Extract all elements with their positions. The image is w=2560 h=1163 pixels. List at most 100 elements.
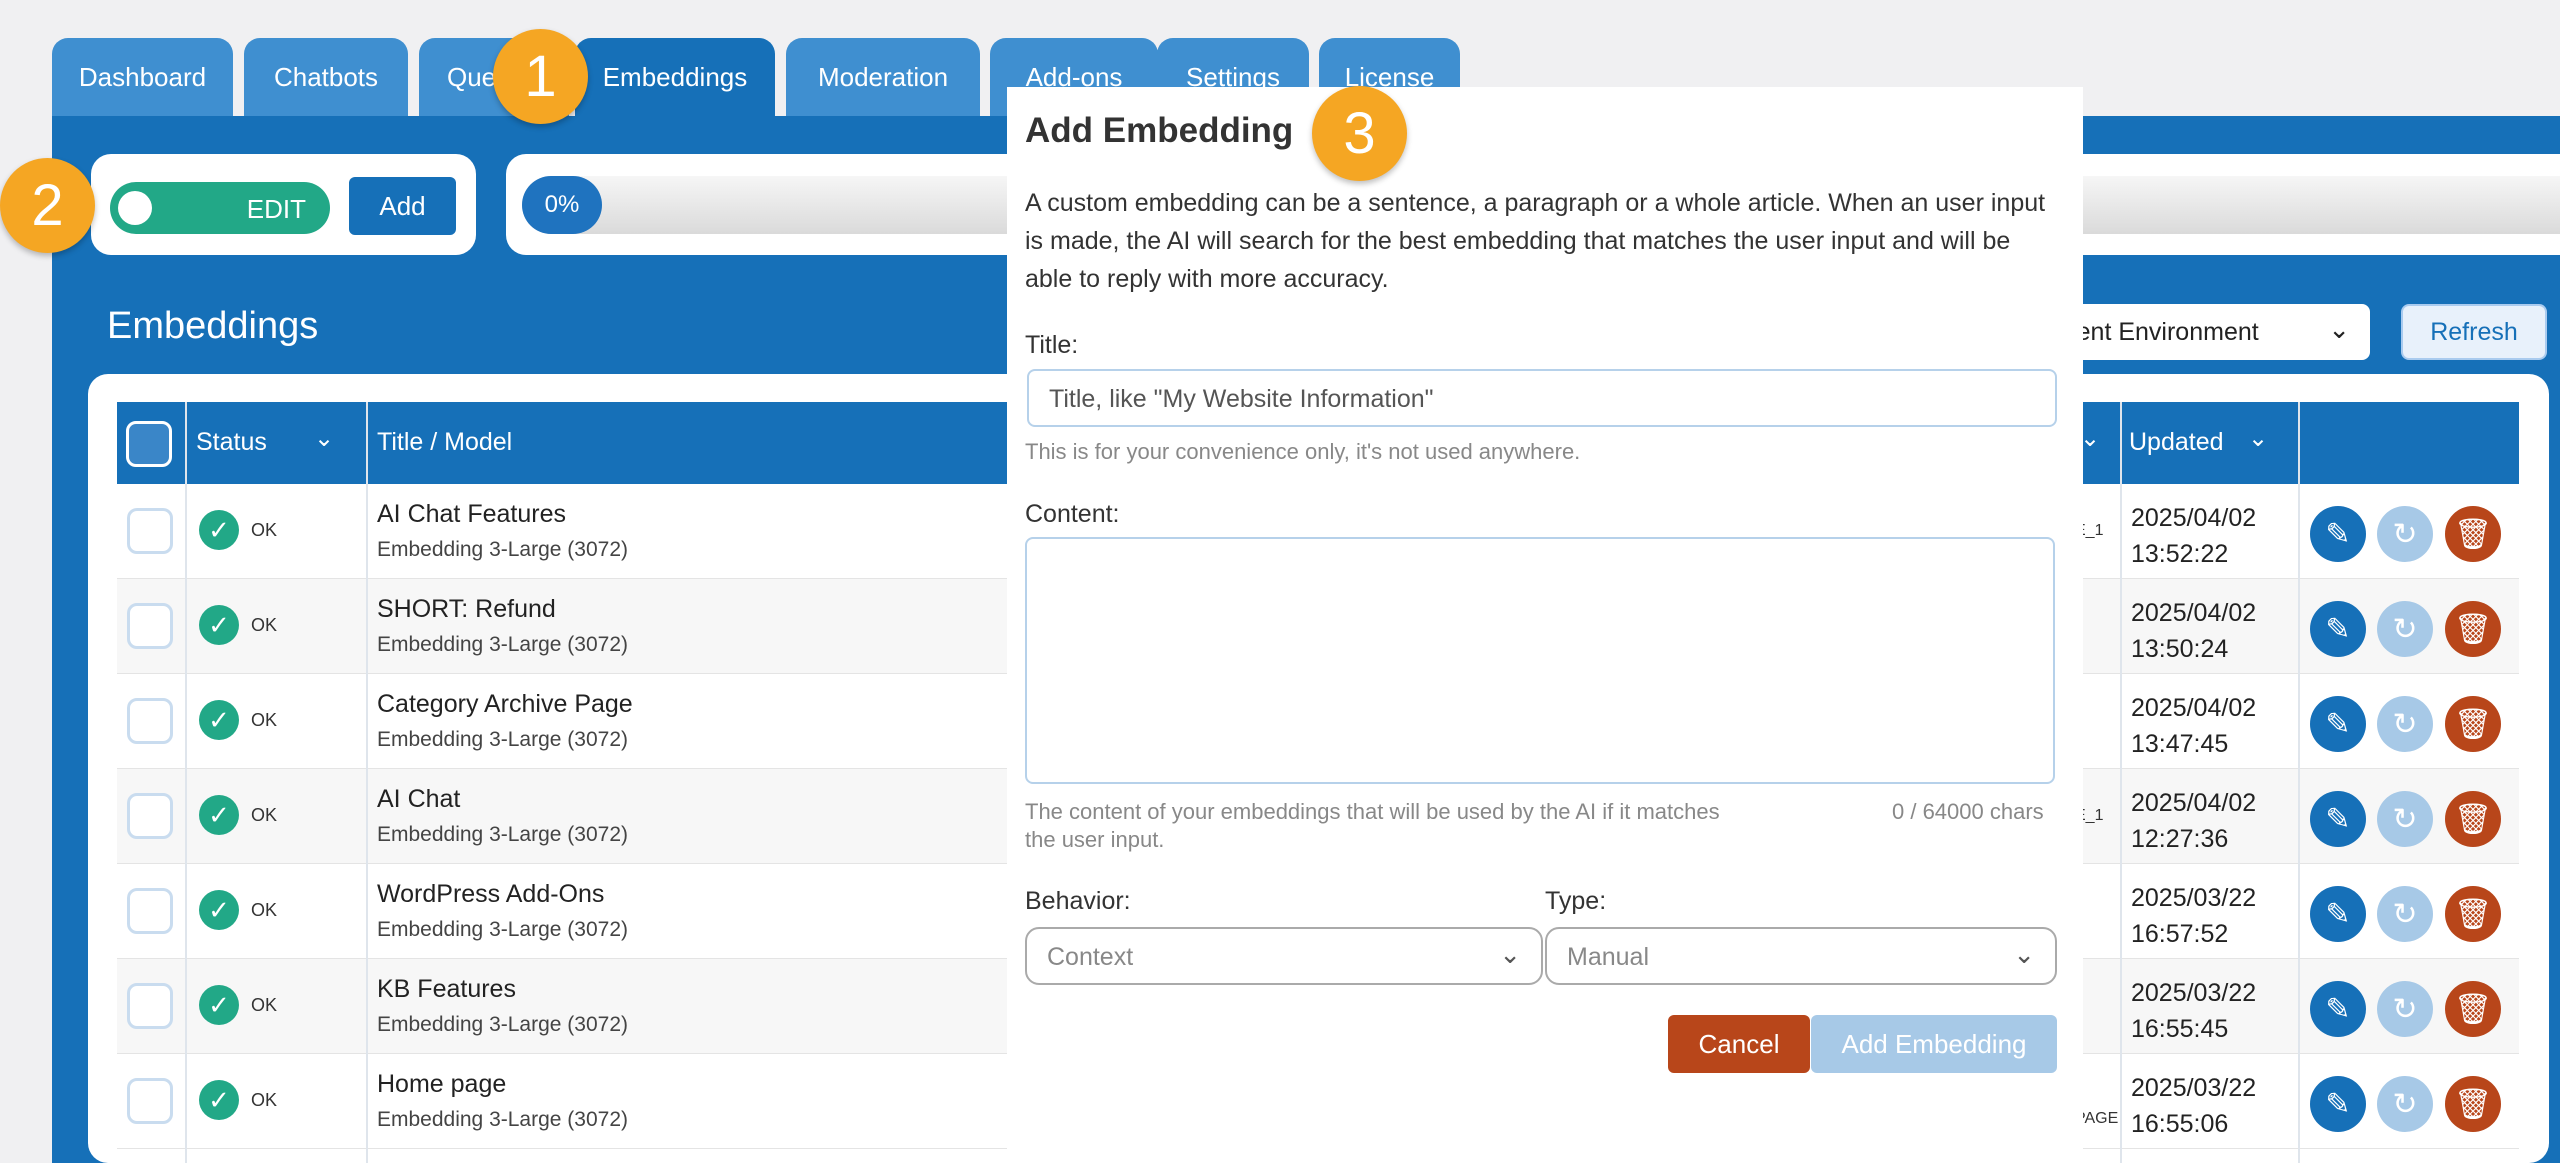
callout-2: 2 (0, 158, 95, 253)
header-title-model[interactable]: Title / Model (377, 428, 512, 457)
updated-cell: 2025/03/22 16:57:52 (2131, 880, 2256, 952)
check-circle-icon: ✓ (199, 510, 239, 550)
content-textarea[interactable] (1025, 537, 2055, 784)
content-label: Content: (1025, 500, 1120, 528)
progress-fill: 0% (522, 176, 602, 234)
updated-time: 16:57:52 (2131, 920, 2229, 948)
trash-icon[interactable]: 🗑 (2445, 696, 2501, 752)
row-checkbox[interactable] (127, 698, 173, 744)
trash-icon[interactable]: 🗑 (2445, 791, 2501, 847)
behavior-select[interactable]: Context ⌄ (1025, 927, 1543, 985)
refresh-icon[interactable]: ↻ (2377, 791, 2433, 847)
tab-moderation[interactable]: Moderation (786, 38, 980, 116)
status-text: OK (251, 1090, 278, 1110)
row-title[interactable]: SHORT: Refund (377, 595, 556, 624)
updated-time: 13:47:45 (2131, 730, 2229, 758)
updated-date: 2025/04/02 (2131, 599, 2257, 627)
chevron-down-icon[interactable]: ⌄ (2248, 424, 2268, 453)
refresh-icon[interactable]: ↻ (2377, 1076, 2433, 1132)
title-label: Title: (1025, 331, 1079, 359)
status-text: OK (251, 995, 278, 1015)
refresh-icon[interactable]: ↻ (2377, 981, 2433, 1037)
refresh-icon[interactable]: ↻ (2377, 506, 2433, 562)
add-embedding-button[interactable]: Add Embedding (1811, 1015, 2057, 1073)
edit-icon[interactable]: ✎ (2310, 506, 2366, 562)
row-checkbox[interactable] (127, 603, 173, 649)
refresh-icon[interactable]: ↻ (2377, 601, 2433, 657)
content-help: The content of your embeddings that will… (1025, 799, 1720, 852)
row-title[interactable]: AI Chat (377, 785, 460, 814)
edit-mode-toggle[interactable]: EDIT (110, 182, 330, 234)
trash-icon[interactable]: 🗑 (2445, 886, 2501, 942)
add-embedding-modal: Add Embedding A custom embedding can be … (1007, 87, 2083, 1163)
row-title[interactable]: Home page (377, 1070, 506, 1099)
status-text: OK (251, 900, 278, 920)
trash-icon[interactable]: 🗑 (2445, 601, 2501, 657)
refresh-icon[interactable]: ↻ (2377, 696, 2433, 752)
chevron-down-icon[interactable]: ⌄ (314, 424, 334, 453)
updated-date: 2025/03/22 (2131, 979, 2257, 1007)
select-all-checkbox[interactable] (126, 421, 172, 467)
updated-time: 16:55:45 (2131, 1015, 2229, 1043)
tab-dashboard[interactable]: Dashboard (52, 38, 233, 116)
row-model: Embedding 3-Large (3072) (377, 1108, 628, 1131)
type-select[interactable]: Manual ⌄ (1545, 927, 2057, 985)
updated-cell: 2025/04/02 12:27:36 (2131, 785, 2256, 857)
row-checkbox[interactable] (127, 1078, 173, 1124)
status-text: OK (251, 520, 278, 540)
row-title[interactable]: KB Features (377, 975, 516, 1004)
row-checkbox[interactable] (127, 508, 173, 554)
updated-cell: 2025/04/02 13:50:24 (2131, 595, 2256, 667)
row-model: Embedding 3-Large (3072) (377, 633, 628, 656)
edit-icon[interactable]: ✎ (2310, 886, 2366, 942)
status-text: OK (251, 710, 278, 730)
type-select-value: Manual (1567, 943, 1649, 971)
behavior-label: Behavior: (1025, 887, 1131, 915)
modal-description: A custom embedding can be a sentence, a … (1025, 189, 2046, 293)
row-title[interactable]: Category Archive Page (377, 690, 633, 719)
updated-date: 2025/04/02 (2131, 789, 2257, 817)
row-checkbox[interactable] (127, 983, 173, 1029)
header-status[interactable]: Status (196, 428, 267, 457)
check-circle-icon: ✓ (199, 890, 239, 930)
environment-select-value: rrent Environment (2060, 318, 2259, 346)
column-divider (185, 402, 187, 1163)
add-button[interactable]: Add (349, 177, 456, 235)
char-count: 0 / 64000 chars (1892, 799, 2044, 824)
edit-icon[interactable]: ✎ (2310, 601, 2366, 657)
edit-icon[interactable]: ✎ (2310, 696, 2366, 752)
updated-date: 2025/03/22 (2131, 1074, 2257, 1102)
check-circle-icon: ✓ (199, 700, 239, 740)
row-checkbox[interactable] (127, 793, 173, 839)
edit-icon[interactable]: ✎ (2310, 1076, 2366, 1132)
check-circle-icon: ✓ (199, 605, 239, 645)
edit-icon[interactable]: ✎ (2310, 981, 2366, 1037)
title-input[interactable]: Title, like "My Website Information" (1027, 369, 2057, 427)
title-help: This is for your convenience only, it's … (1025, 439, 1581, 464)
updated-time: 13:50:24 (2131, 635, 2229, 663)
row-model: Embedding 3-Large (3072) (377, 538, 628, 561)
row-title[interactable]: WordPress Add-Ons (377, 880, 604, 909)
callout-3: 3 (1312, 86, 1407, 181)
edit-icon[interactable]: ✎ (2310, 791, 2366, 847)
cancel-button[interactable]: Cancel (1668, 1015, 1810, 1073)
status-text: OK (251, 615, 278, 635)
refresh-button[interactable]: Refresh (2401, 304, 2547, 360)
row-title[interactable]: AI Chat Features (377, 500, 566, 529)
trash-icon[interactable]: 🗑 (2445, 506, 2501, 562)
chevron-down-icon: ⌄ (1499, 939, 1521, 969)
trash-icon[interactable]: 🗑 (2445, 1076, 2501, 1132)
updated-date: 2025/04/02 (2131, 504, 2257, 532)
refresh-icon[interactable]: ↻ (2377, 886, 2433, 942)
trash-icon[interactable]: 🗑 (2445, 981, 2501, 1037)
chevron-down-icon[interactable]: ⌄ (2080, 424, 2100, 453)
column-divider (366, 402, 368, 1163)
column-divider (2120, 402, 2122, 1163)
callout-1: 1 (493, 29, 588, 124)
check-circle-icon: ✓ (199, 795, 239, 835)
header-updated[interactable]: Updated (2129, 428, 2224, 457)
tab-embeddings[interactable]: Embeddings (575, 38, 775, 116)
tab-chatbots[interactable]: Chatbots (244, 38, 408, 116)
updated-cell: 2025/03/22 16:55:06 (2131, 1070, 2256, 1142)
row-checkbox[interactable] (127, 888, 173, 934)
